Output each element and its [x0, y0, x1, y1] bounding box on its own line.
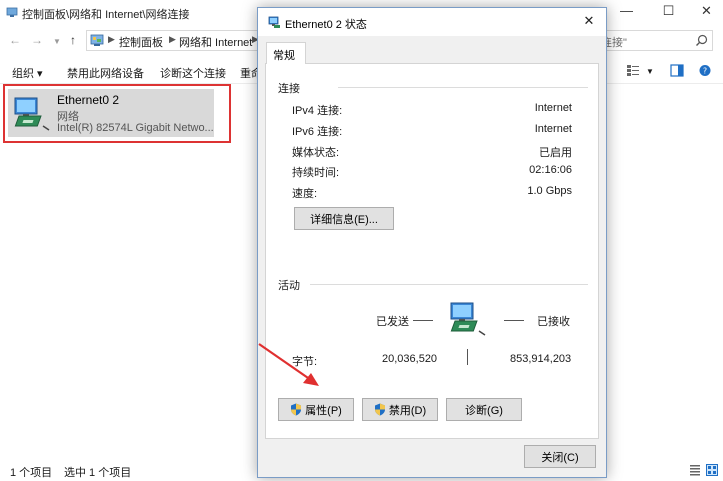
activity-divider: [310, 284, 588, 285]
svg-text:?: ?: [703, 67, 707, 76]
back-arrow-icon[interactable]: ←: [8, 32, 22, 48]
network-folder-icon: [6, 7, 18, 17]
received-dash: [504, 320, 524, 321]
sent-label: 已发送: [376, 316, 409, 328]
view-options-chevron-icon[interactable]: ▼: [646, 67, 654, 76]
explorer-title: 控制面板\网络和 Internet\网络连接: [22, 9, 190, 21]
selected-count: 选中 1 个项目: [64, 467, 132, 479]
properties-button[interactable]: 属性(P): [278, 398, 354, 421]
speed-value: 1.0 Gbps: [527, 185, 572, 197]
breadcrumb-control-panel[interactable]: 控制面板: [119, 34, 163, 50]
uac-shield-icon: [291, 403, 302, 416]
search-icon[interactable]: [695, 34, 708, 47]
tab-general-label: 常规: [273, 50, 295, 62]
forward-arrow-icon[interactable]: →: [30, 32, 44, 48]
breadcrumb-separator-icon: ▶: [169, 34, 176, 44]
speed-label: 速度:: [292, 188, 318, 200]
connection-divider: [338, 87, 588, 88]
recent-chevron-icon[interactable]: ▼: [50, 34, 64, 50]
network-icon: [268, 16, 280, 28]
ipv4-label: IPv4 连接:: [292, 105, 343, 117]
dialog-close-icon[interactable]: ✕: [578, 11, 600, 31]
properties-button-label: 属性(P): [305, 404, 342, 417]
details-view-icon[interactable]: [689, 464, 701, 476]
breadcrumb-separator-icon: ▶: [108, 34, 115, 44]
diagnose-button[interactable]: 诊断(G): [446, 398, 522, 421]
sent-dash: [413, 320, 433, 321]
large-icons-view-icon[interactable]: [706, 464, 718, 476]
organize-menu[interactable]: 组织 ▾: [12, 65, 43, 81]
control-panel-icon: [90, 34, 104, 46]
bytes-received-value: 853,914,203: [510, 353, 572, 365]
details-button-label: 详细信息(E)...: [310, 213, 378, 226]
ipv4-value: Internet: [534, 102, 572, 114]
ipv6-value: Internet: [534, 123, 572, 135]
duration-label: 持续时间:: [292, 167, 340, 179]
activity-group-title: 活动: [278, 280, 300, 292]
bytes-sent-value: 20,036,520: [382, 353, 438, 365]
bytes-divider: [467, 349, 468, 365]
tab-general[interactable]: 常规: [266, 42, 306, 64]
dialog-title: Ethernet0 2 状态: [285, 19, 367, 31]
media-state-value: 已启用: [539, 147, 572, 159]
ethernet-status-dialog: Ethernet0 2 状态 ✕ 常规 连接 IPv4 连接: Internet…: [257, 7, 607, 478]
ipv6-label: IPv6 连接:: [292, 126, 343, 138]
uac-shield-icon: [374, 403, 385, 416]
change-view-icon[interactable]: [626, 64, 640, 77]
breadcrumb-network-internet[interactable]: 网络和 Internet: [179, 34, 252, 50]
highlight-annotation-box: [3, 84, 231, 143]
maximize-button[interactable]: ☐: [652, 0, 685, 24]
network-activity-icon: [450, 302, 486, 336]
connection-group-title: 连接: [278, 83, 300, 95]
dialog-titlebar: Ethernet0 2 状态 ✕: [258, 8, 606, 36]
received-label: 已接收: [537, 316, 570, 328]
diagnose-button-label: 诊断(G): [465, 404, 503, 417]
disable-button[interactable]: 禁用(D): [362, 398, 438, 421]
close-button[interactable]: 关闭(C): [524, 445, 596, 468]
disable-device-command[interactable]: 禁用此网络设备: [67, 65, 144, 81]
diagnose-connection-command[interactable]: 诊断这个连接: [160, 65, 226, 81]
minimize-button[interactable]: —: [610, 0, 643, 24]
help-icon[interactable]: ?: [698, 64, 712, 77]
close-button-label: 关闭(C): [541, 451, 579, 464]
explorer-close-button[interactable]: ✕: [690, 0, 723, 24]
preview-pane-icon[interactable]: [670, 64, 684, 77]
details-button[interactable]: 详细信息(E)...: [294, 207, 394, 230]
search-input[interactable]: 连接": [597, 30, 713, 51]
item-count: 1 个项目: [10, 467, 53, 479]
annotation-arrow-icon: [258, 343, 319, 386]
duration-value: 02:16:06: [529, 164, 572, 176]
up-arrow-icon[interactable]: ↑: [66, 32, 80, 48]
media-state-label: 媒体状态:: [292, 147, 340, 159]
disable-button-label: 禁用(D): [388, 404, 427, 417]
